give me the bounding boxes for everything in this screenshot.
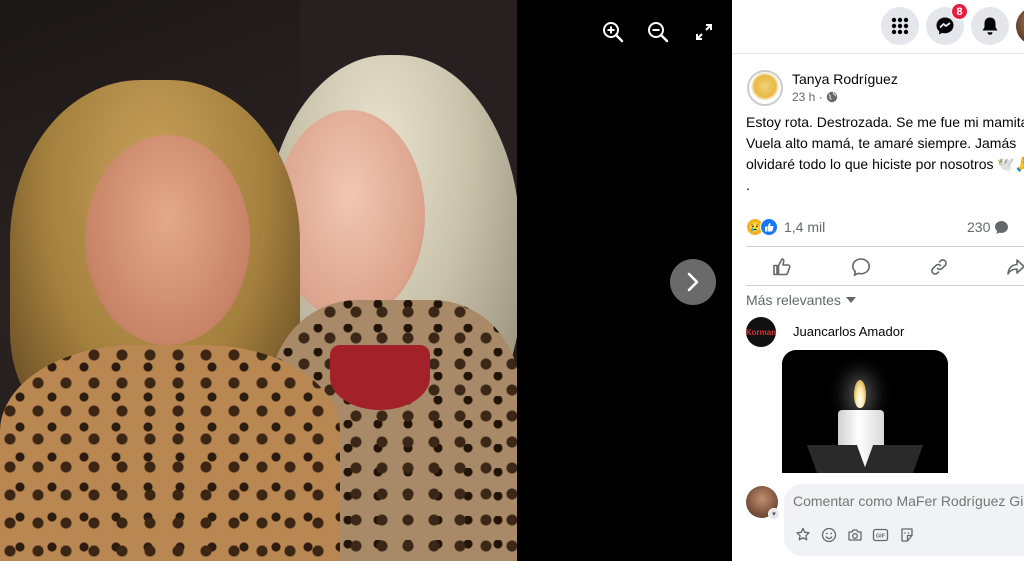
copy-link-button[interactable]: [927, 255, 951, 279]
comment-icon: [851, 258, 871, 277]
post-side-panel: 8 Tanya Rodríguez 23 h · Estoy rota. Des…: [732, 0, 1024, 561]
chevron-right-icon: [687, 272, 699, 292]
comment-sort-dropdown[interactable]: Más relevantes: [746, 292, 856, 308]
gif-icon[interactable]: GIF: [872, 526, 889, 543]
author-avatar[interactable]: [747, 70, 783, 106]
comment-input[interactable]: [793, 493, 1024, 509]
post-actions: [746, 246, 1024, 286]
commenter-avatar[interactable]: Korman: [746, 317, 776, 347]
fullscreen-icon[interactable]: [692, 20, 716, 44]
sticker-icon[interactable]: [898, 526, 915, 543]
commenter-name[interactable]: Juancarlos Amador: [793, 324, 904, 339]
comment-button[interactable]: [849, 255, 873, 279]
comments-count-value: 230: [967, 219, 991, 235]
photo-viewer: [0, 0, 732, 561]
post-text-line: .: [746, 177, 750, 193]
post-text-line: Estoy rota. Destrozada. Se me fue mi mam…: [746, 114, 1024, 130]
candle-flame: [854, 380, 866, 408]
post-time[interactable]: 23 h ·: [792, 90, 823, 104]
share-button[interactable]: [1004, 255, 1024, 279]
emoji-icon[interactable]: [820, 526, 837, 543]
author-name[interactable]: Tanya Rodríguez: [792, 71, 898, 87]
commenter-avatar-logo: Korman: [745, 327, 777, 337]
reactions-summary[interactable]: 😢 1,4 mil: [746, 218, 825, 236]
comment-image-candle[interactable]: [782, 350, 948, 473]
chevron-down-icon: ▾: [768, 508, 780, 520]
post-meta: 23 h ·: [792, 90, 838, 104]
comment-bubble-icon: [995, 220, 1009, 234]
post-text-line: olvidaré todo lo que hiciste por nosotro…: [746, 156, 1024, 172]
post-text: Estoy rota. Destrozada. Se me fue mi mam…: [746, 112, 1024, 196]
notifications-button[interactable]: [971, 7, 1009, 45]
composer-tools: GIF: [794, 526, 915, 543]
globe-icon: [826, 91, 837, 103]
bell-icon: [982, 17, 998, 35]
post-photo: [0, 0, 517, 561]
avatar-sticker-icon[interactable]: [794, 526, 811, 543]
messenger-button[interactable]: 8: [926, 3, 968, 45]
thumbs-up-icon: [773, 258, 791, 276]
menu-button[interactable]: [881, 7, 919, 45]
next-photo-button[interactable]: [670, 259, 716, 305]
grid-menu-icon: [891, 17, 909, 35]
zoom-in-icon[interactable]: [601, 20, 625, 44]
account-avatar[interactable]: [1016, 7, 1024, 45]
comment-composer: GIF: [784, 484, 1024, 556]
like-button[interactable]: [770, 255, 794, 279]
messenger-icon: [936, 17, 954, 35]
like-reaction-icon: [760, 218, 778, 236]
reactions-count: 1,4 mil: [784, 219, 826, 235]
post-text-line: Vuela alto mamá, te amaré siempre. Jamás: [746, 135, 1017, 151]
camera-icon[interactable]: [846, 526, 863, 543]
comments-count[interactable]: 230 1: [967, 219, 1024, 235]
link-icon: [931, 259, 947, 275]
caret-down-icon: [845, 297, 856, 303]
messenger-badge: 8: [951, 3, 968, 20]
current-user-avatar[interactable]: ▾: [746, 486, 780, 520]
zoom-out-icon[interactable]: [646, 20, 670, 44]
comment-sort-label: Más relevantes: [746, 292, 841, 308]
share-icon: [1007, 259, 1024, 275]
svg-text:GIF: GIF: [876, 533, 886, 539]
top-navbar: 8: [732, 0, 1024, 54]
